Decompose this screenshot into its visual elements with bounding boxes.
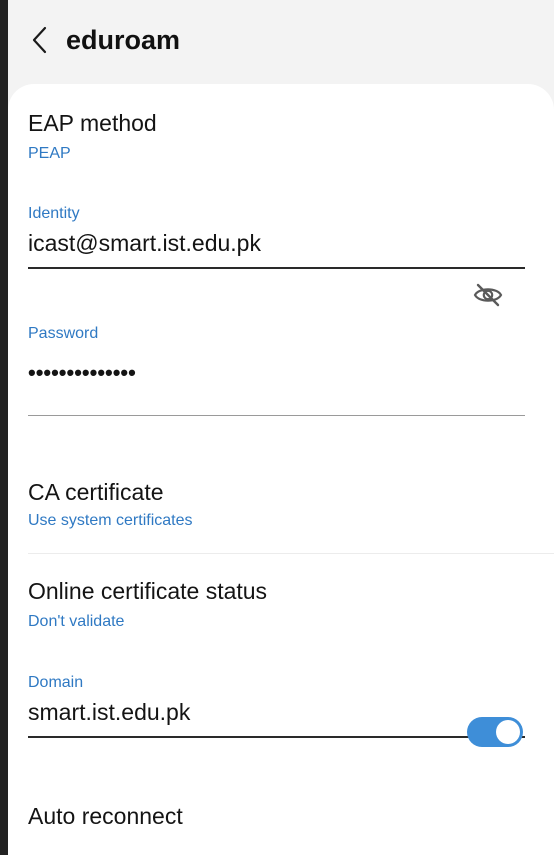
domain-label: Domain — [28, 674, 84, 691]
eap-method-title: EAP method — [28, 110, 157, 136]
divider — [28, 553, 554, 554]
domain-input[interactable]: smart.ist.edu.pk — [28, 698, 190, 726]
password-visibility-button[interactable] — [470, 277, 506, 313]
identity-label: Identity — [28, 205, 80, 222]
password-underline — [28, 415, 525, 416]
wifi-settings-screen: eduroam EAP method PEAP Identity icast@s… — [8, 0, 554, 855]
ca-certificate-title: CA certificate — [28, 479, 164, 505]
chevron-left-icon — [32, 26, 47, 54]
online-certificate-status-value: Don't validate — [28, 613, 125, 630]
eap-method-value: PEAP — [28, 145, 71, 162]
page-title: eduroam — [66, 25, 181, 55]
online-certificate-status-title: Online certificate status — [28, 578, 268, 604]
domain-underline — [28, 736, 525, 738]
password-input[interactable]: •••••••••••••• — [28, 360, 136, 386]
identity-underline — [28, 267, 525, 269]
toggle-knob — [496, 720, 520, 744]
back-button[interactable] — [22, 22, 58, 58]
identity-input[interactable]: icast@smart.ist.edu.pk — [28, 229, 261, 257]
password-label: Password — [28, 325, 99, 342]
auto-reconnect-title: Auto reconnect — [28, 803, 183, 829]
ca-certificate-value: Use system certificates — [28, 512, 193, 529]
eye-off-icon — [473, 283, 503, 307]
auto-reconnect-toggle[interactable] — [467, 717, 523, 747]
app-bar: eduroam — [8, 0, 554, 84]
